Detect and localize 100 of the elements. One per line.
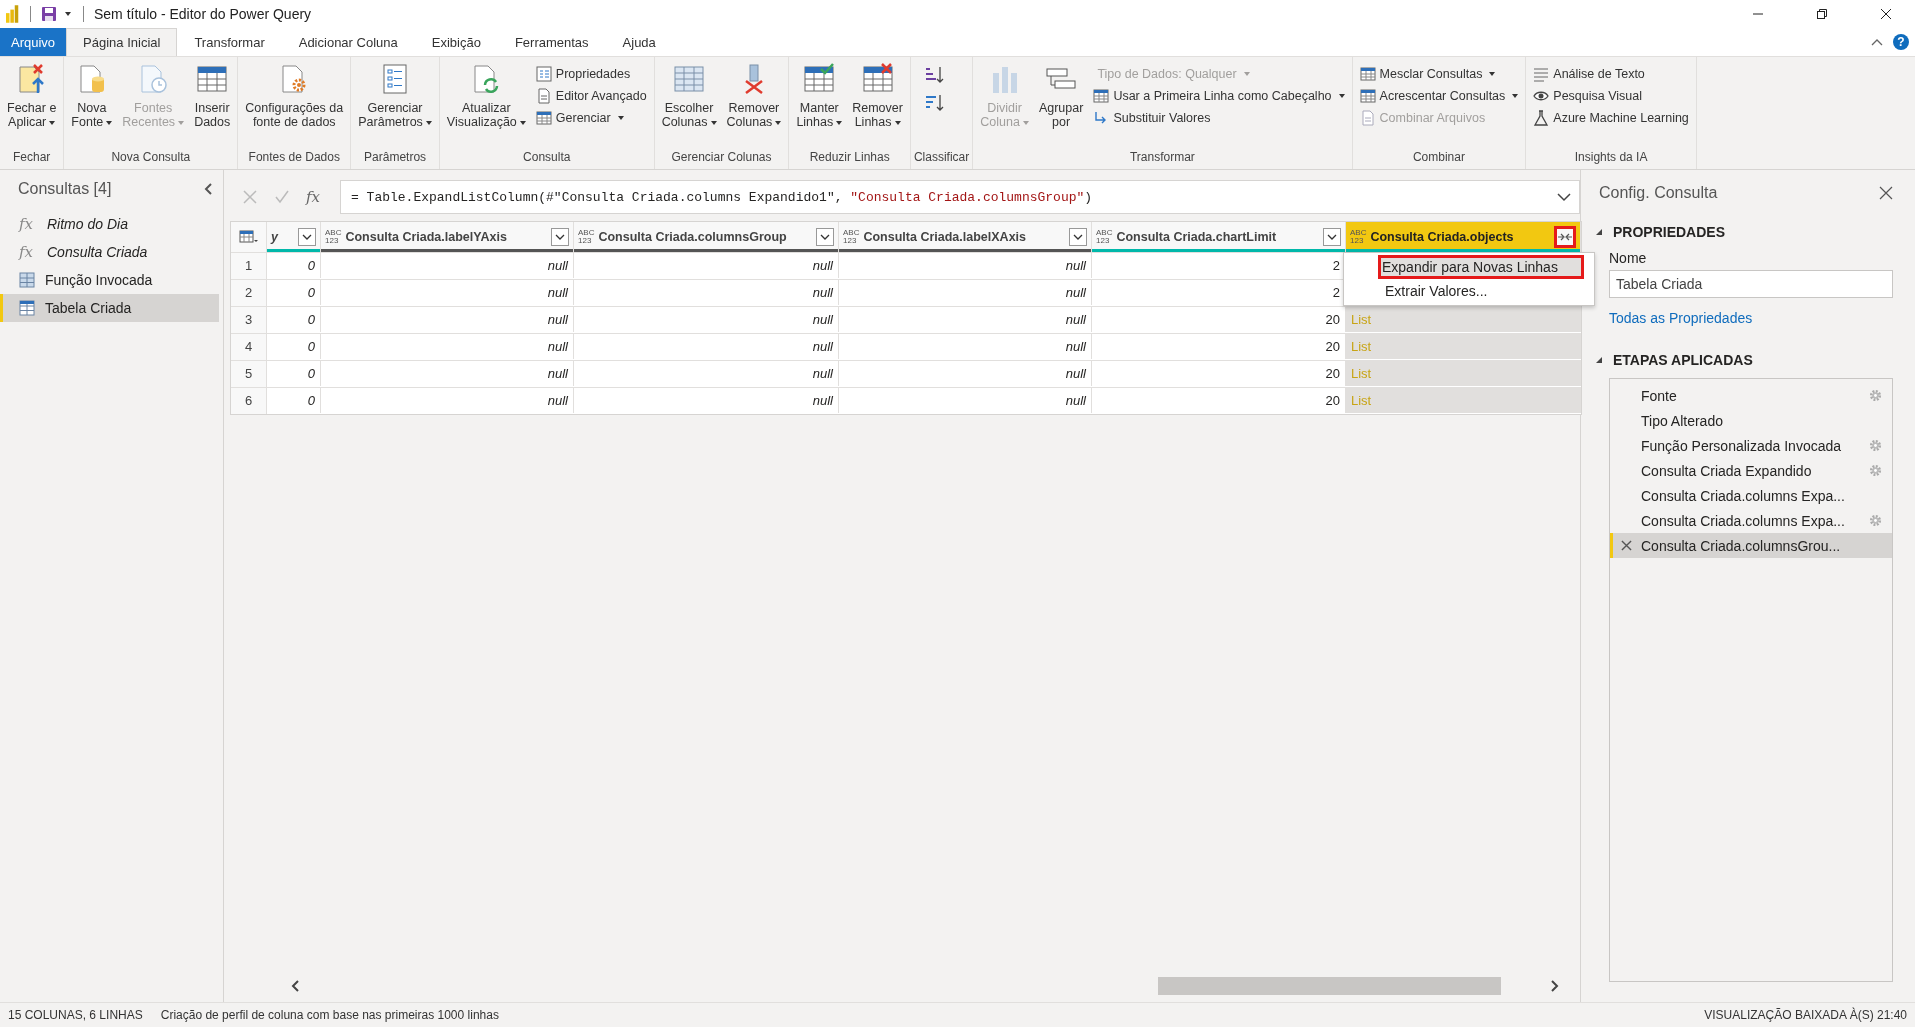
ribbon-button[interactable]: Remover Colunas — [722, 61, 786, 131]
ribbon-button[interactable]: Fechar e Aplicar — [3, 61, 61, 131]
step-item[interactable]: Tipo Alterado — [1610, 408, 1892, 433]
ribbon-button[interactable]: Substituir Valores — [1089, 107, 1349, 128]
query-item[interactable]: Tabela Criada — [0, 294, 219, 322]
row-number: 5 — [231, 360, 267, 387]
collapse-triangle-icon[interactable] — [1595, 228, 1603, 236]
ribbon-button[interactable]: Usar a Primeira Linha como Cabeçalho — [1089, 85, 1349, 106]
ribbon-button[interactable]: Propriedades — [531, 63, 651, 84]
panel-title: Consultas [4] — [18, 180, 112, 198]
row-number: 6 — [231, 387, 267, 414]
ribbon-button[interactable]: Inserir Dados — [190, 61, 235, 131]
ribbon-tab[interactable]: Página Inicial — [66, 28, 178, 56]
ribbon-button[interactable]: Mesclar Consultas — [1355, 63, 1523, 84]
table-menu-icon[interactable] — [238, 229, 259, 245]
ribbon-button[interactable]: Agrupar por — [1034, 61, 1088, 131]
table-cell: null — [812, 312, 833, 327]
column-name: Consulta Criada.chartLimit — [1116, 230, 1278, 244]
type-label: ABC 123 — [1350, 229, 1367, 245]
sort-ascending-icon[interactable] — [923, 65, 944, 85]
table-cell: null — [812, 285, 833, 300]
query-item[interactable]: Função Invocada — [0, 266, 219, 294]
table-cell: List — [1351, 393, 1372, 408]
menu-item[interactable]: Expandir para Novas Linhas — [1378, 255, 1584, 279]
table-check-icon — [803, 63, 836, 95]
column-name: Consulta Criada.labelYAxis — [345, 230, 508, 244]
collapse-triangle-icon[interactable] — [1595, 356, 1603, 364]
scroll-left-icon[interactable] — [290, 979, 300, 993]
ribbon-button[interactable]: Análise de Texto — [1529, 63, 1693, 84]
row-number: 1 — [231, 252, 267, 279]
menu-item[interactable]: Extrair Valores... — [1344, 279, 1584, 303]
expand-formula-icon[interactable] — [1557, 192, 1571, 202]
table-cell: null — [547, 285, 568, 300]
column-name: Consulta Criada.labelXAxis — [863, 230, 1027, 244]
scroll-right-icon[interactable] — [1550, 979, 1560, 993]
status-text: Criação de perfil de coluna com base nas primeiras 1000 linhas — [160, 1008, 499, 1022]
ribbon-tab[interactable]: Adicionar Coluna — [281, 28, 415, 56]
filter-dropdown[interactable] — [1069, 228, 1087, 246]
ribbon-button[interactable]: Manter Linhas — [792, 61, 847, 131]
name-field[interactable]: Tabela Criada — [1609, 270, 1893, 298]
delete-icon[interactable] — [1621, 540, 1632, 551]
type-label: ABC 123 — [578, 229, 595, 245]
group-label: Transformar — [1128, 149, 1196, 166]
filter-dropdown[interactable] — [551, 228, 569, 246]
expand-arrows-icon — [1557, 231, 1573, 243]
expand-button[interactable] — [1554, 226, 1576, 248]
ribbon-button[interactable]: Azure Machine Learning — [1529, 107, 1693, 128]
filter-dropdown[interactable] — [1323, 228, 1341, 246]
step-item[interactable]: Consulta Criada.columns Expa... — [1610, 508, 1892, 533]
column-name: Consulta Criada.objects — [1370, 230, 1515, 244]
step-item[interactable]: Consulta Criada.columnsGrou... — [1610, 533, 1892, 558]
table-cell: 20 — [1325, 366, 1340, 381]
ribbon-button[interactable]: Acrescentar Consultas — [1355, 85, 1523, 106]
close-icon[interactable] — [1879, 186, 1893, 200]
table-cell: null — [547, 393, 568, 408]
ribbon-tab[interactable]: Exibição — [414, 28, 498, 56]
step-item[interactable]: Consulta Criada.columns Expa... — [1610, 483, 1892, 508]
ribbon-button[interactable]: Remover Linhas — [848, 61, 907, 131]
table-cell: 20 — [1325, 312, 1340, 327]
column-header[interactable]: y — [267, 222, 321, 252]
section-heading: ETAPAS APLICADAS — [1613, 352, 1753, 368]
step-item[interactable]: Função Personalizada Invocada — [1610, 433, 1892, 458]
chevron-down-icon — [555, 234, 565, 240]
ribbon-tab[interactable]: Ferramentas — [497, 28, 606, 56]
save-icon[interactable] — [41, 6, 57, 22]
ribbon-button[interactable]: Editor Avançado — [531, 85, 651, 106]
query-item[interactable]: fx Ritmo do Dia — [0, 210, 219, 238]
group-label: Insights da IA — [1573, 149, 1649, 166]
sort-descending-icon[interactable] — [923, 93, 944, 113]
ribbon-tab[interactable]: Ajuda — [605, 28, 673, 56]
scrollbar-thumb[interactable] — [1157, 977, 1502, 995]
table-cell: List — [1351, 366, 1372, 381]
function-icon[interactable]: fx — [306, 188, 324, 206]
ribbon-button[interactable]: Atualizar Visualização — [442, 61, 530, 131]
step-item[interactable]: Fonte — [1610, 383, 1892, 408]
filter-dropdown[interactable] — [816, 228, 834, 246]
table-cell: null — [1065, 312, 1086, 327]
ribbon-button[interactable]: Gerenciar — [531, 107, 651, 128]
table-cell: 2 — [1332, 285, 1340, 300]
collapse-ribbon-icon[interactable] — [1871, 38, 1883, 46]
ribbon-tab[interactable]: Transformar — [177, 28, 282, 56]
query-item[interactable]: fx Consulta Criada — [0, 238, 219, 266]
help-button[interactable]: ? — [1893, 34, 1909, 50]
ribbon-button[interactable]: Pesquisa Visual — [1529, 85, 1693, 106]
step-item[interactable]: Consulta Criada Expandido — [1610, 458, 1892, 483]
collapse-icon[interactable] — [203, 182, 213, 196]
group-label: Consulta — [522, 149, 572, 166]
check-icon[interactable] — [274, 189, 290, 205]
all-properties-link[interactable]: Todas as Propriedades — [1609, 310, 1893, 326]
ribbon-button[interactable]: Nova Fonte — [67, 61, 117, 131]
ribbon-button[interactable]: Configurações da fonte de dados — [241, 61, 348, 131]
table-icon — [19, 272, 35, 288]
group-label: Fechar — [12, 149, 52, 166]
column-name: Consulta Criada.columnsGroup — [598, 230, 788, 244]
ribbon-button[interactable]: Escolher Colunas — [657, 61, 721, 131]
table-cell: List — [1351, 312, 1372, 327]
filter-dropdown[interactable] — [298, 228, 316, 246]
ribbon-button[interactable]: Gerenciar Parâmetros — [354, 61, 436, 131]
table-cell: 0 — [307, 366, 315, 381]
ribbon-tab[interactable]: Arquivo — [0, 28, 67, 56]
